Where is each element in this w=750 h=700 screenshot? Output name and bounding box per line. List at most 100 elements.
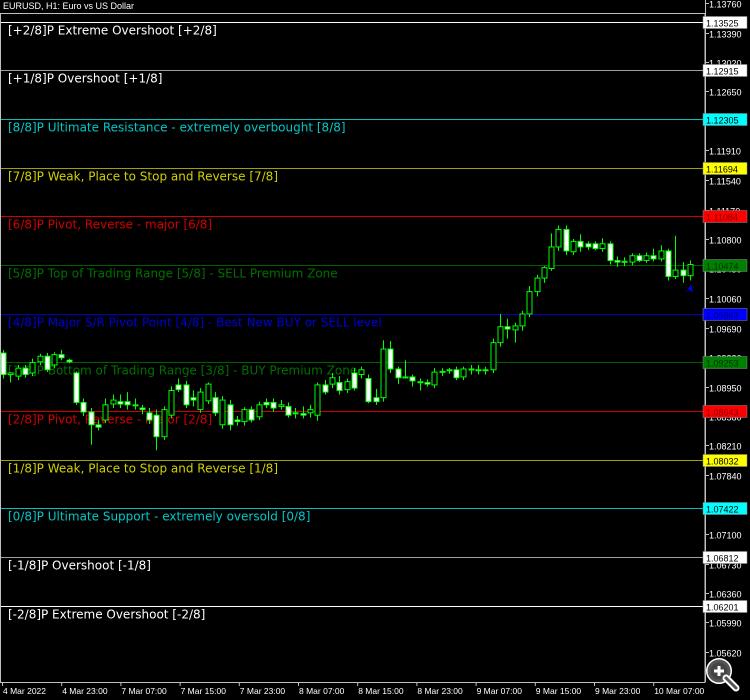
candle-body-bull xyxy=(439,370,446,373)
time-tick-label: 8 Mar 15:00 xyxy=(358,686,404,696)
candle xyxy=(175,378,182,393)
candle-body-bull xyxy=(541,267,548,279)
candle-body-bull xyxy=(314,384,321,416)
price-tag: 1.08032 xyxy=(702,454,748,467)
candle xyxy=(234,416,241,426)
candle-body-bear xyxy=(607,243,614,262)
time-tick-label: 7 Mar 15:00 xyxy=(181,686,227,696)
candle xyxy=(248,406,255,423)
price-tick-label: 1.12650 xyxy=(709,88,742,98)
price-chart[interactable]: [+2/8]P Extreme Overshoot [+2/8] [+1/8]P … xyxy=(0,0,750,700)
candle xyxy=(278,400,285,410)
candle xyxy=(504,318,511,339)
candle xyxy=(446,368,453,374)
candle-body-bull xyxy=(380,348,387,399)
candle-body-bull xyxy=(344,381,351,391)
candle-body-bull xyxy=(534,277,541,293)
candle xyxy=(585,241,592,251)
candle-body-bear xyxy=(417,381,424,384)
candle xyxy=(58,349,65,361)
candle xyxy=(468,364,475,375)
candle xyxy=(190,390,197,407)
candle xyxy=(300,406,307,419)
time-tick-label: 7 Mar 23:00 xyxy=(240,686,286,696)
candle xyxy=(548,233,555,271)
candle xyxy=(110,394,117,409)
candle-body-bull xyxy=(548,246,555,270)
candle xyxy=(541,266,548,283)
candle-body-bear xyxy=(665,250,672,277)
candle xyxy=(460,366,467,381)
ask-arrow-icon xyxy=(686,284,693,293)
candle-body-bear xyxy=(66,359,73,363)
price-tick-label: 1.13760 xyxy=(709,0,742,10)
murrey-level-label: [6/8]P Pivot, Reverse - major [6/8] xyxy=(8,218,212,232)
candle xyxy=(153,409,160,451)
candle-body-bear xyxy=(621,260,628,263)
price-tick-label: 1.08210 xyxy=(709,442,742,452)
candle-body-bear xyxy=(227,404,234,426)
candle xyxy=(409,374,416,387)
murrey-level-label: [7/8]P Weak, Place to Stop and Reverse [… xyxy=(8,170,278,184)
candle xyxy=(344,378,351,393)
price-tag-value: 1.06812 xyxy=(706,554,739,564)
candle-body-bear xyxy=(248,409,255,421)
murrey-level-label: [3/8]P Bottom of Trading Range [3/8] - B… xyxy=(8,364,357,378)
price-tag: 1.06812 xyxy=(702,551,748,564)
candle-body-bear xyxy=(183,384,190,406)
price-tick-label: 1.10800 xyxy=(709,236,742,246)
zoom-in-icon[interactable] xyxy=(704,656,742,694)
candle-body-bear xyxy=(680,269,687,277)
time-tick-label: 9 Mar 15:00 xyxy=(536,686,582,696)
candle-body-bear xyxy=(614,260,621,263)
candle xyxy=(621,257,628,267)
candle-body-bull xyxy=(197,391,204,411)
candle-body-bull xyxy=(205,383,212,402)
candle-body-bear xyxy=(88,411,95,426)
price-tag: 1.13525 xyxy=(702,16,748,29)
time-tick-label: 4 Mar 2022 xyxy=(3,686,46,696)
candle-body-bear xyxy=(190,397,197,401)
candle-body-bull xyxy=(7,372,14,376)
candle-body-bear xyxy=(453,369,460,379)
candle xyxy=(205,382,212,405)
candle xyxy=(395,366,402,385)
candle xyxy=(439,368,446,377)
candle xyxy=(592,241,599,251)
candle xyxy=(270,398,277,413)
candle-body-bear xyxy=(395,368,402,379)
candle-body-bull xyxy=(599,243,606,250)
time-tick-label: 9 Mar 07:00 xyxy=(477,686,523,696)
candle-body-bull xyxy=(629,255,636,263)
candle xyxy=(424,379,431,387)
candle-body-bull xyxy=(110,399,117,405)
murrey-level-label: [+2/8]P Extreme Overshoot [+2/8] xyxy=(8,24,217,38)
murrey-level-label: [5/8]P Top of Trading Range [5/8] - SELL… xyxy=(8,267,338,281)
candle-body-bear xyxy=(73,372,80,403)
candle-body-bear xyxy=(351,372,358,389)
price-tick-label: 1.07100 xyxy=(709,531,742,541)
candle-body-bull xyxy=(490,342,497,371)
candle xyxy=(490,338,497,373)
candle-body-bull xyxy=(497,326,504,344)
candle xyxy=(599,238,606,252)
murrey-level-label: [8/8]P Ultimate Resistance - extremely o… xyxy=(8,121,346,135)
candle xyxy=(380,340,387,402)
murrey-level-label: [2/8]P Pivot, Reverse - major [2/8] xyxy=(8,413,212,427)
candle xyxy=(219,396,226,429)
candle xyxy=(0,349,7,379)
price-tag: 1.10474 xyxy=(702,259,748,272)
candle-body-bear xyxy=(132,404,139,407)
candle-body-bear xyxy=(175,384,182,391)
candle xyxy=(672,235,679,279)
murrey-level-label: [0/8]P Ultimate Support - extremely over… xyxy=(8,510,310,524)
candle-body-bear xyxy=(0,352,7,376)
candle-body-bear xyxy=(95,424,102,428)
murrey-level-label: [1/8]P Weak, Place to Stop and Reverse [… xyxy=(8,462,278,476)
price-tag-value: 1.06201 xyxy=(706,603,739,613)
candle-body-bear xyxy=(139,407,146,411)
candle xyxy=(292,408,299,419)
price-tick-label: 1.06360 xyxy=(709,590,742,600)
candle xyxy=(563,225,570,255)
price-tag-value: 1.11084 xyxy=(706,213,738,223)
